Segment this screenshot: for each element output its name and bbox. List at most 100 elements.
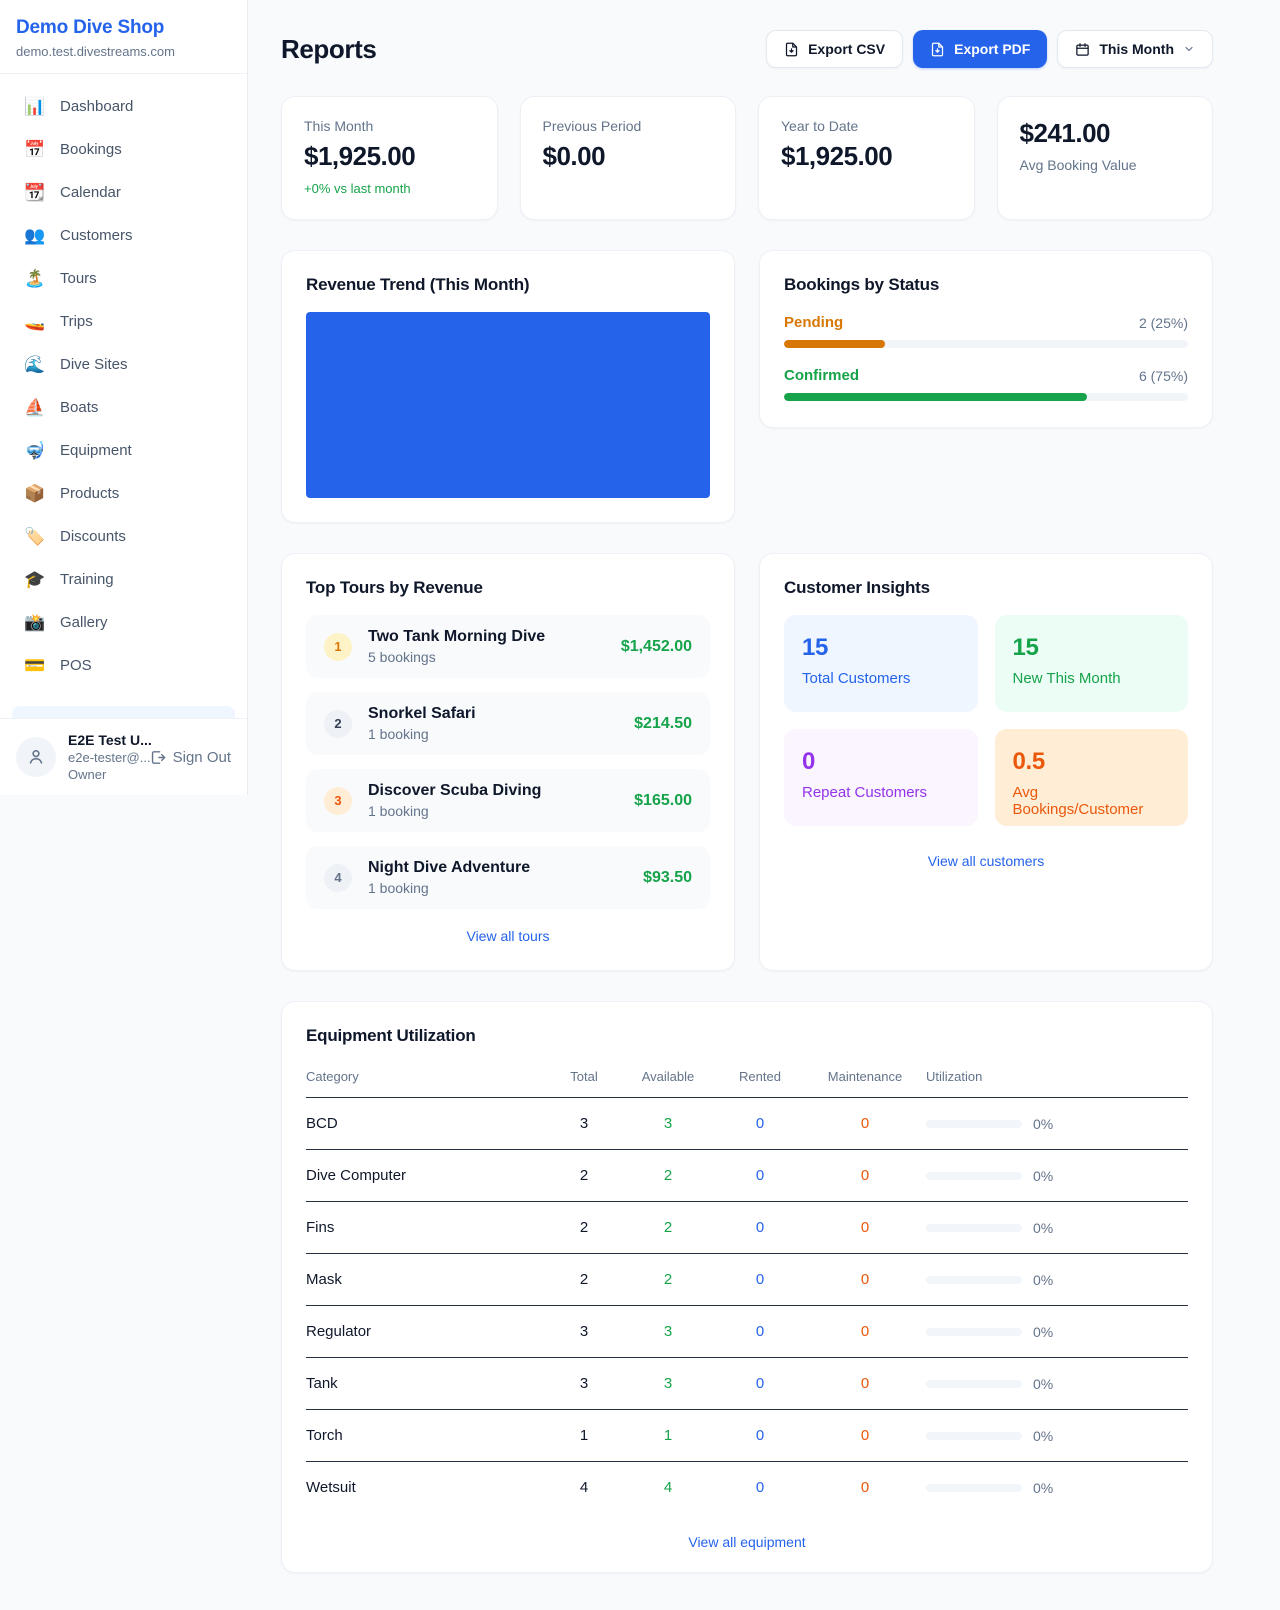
- sidebar-item-pos[interactable]: 💳 POS: [12, 644, 235, 687]
- equipment-row-fins: Fins 2 2 0 0 0%: [306, 1202, 1188, 1254]
- equipment-row-dive-computer: Dive Computer 2 2 0 0 0%: [306, 1150, 1188, 1202]
- cell-utilization: 0%: [1033, 1220, 1053, 1236]
- equipment-row-torch: Torch 1 1 0 0 0%: [306, 1410, 1188, 1462]
- utilization-bar: [926, 1172, 1022, 1180]
- insight-label: New This Month: [1013, 670, 1171, 687]
- status-count: 2 (25%): [1139, 315, 1188, 331]
- cell-utilization: 0%: [1033, 1272, 1053, 1288]
- equipment-row-mask: Mask 2 2 0 0 0%: [306, 1254, 1188, 1306]
- sidebar-item-label: Gallery: [60, 614, 108, 631]
- tour-bookings: 1 booking: [368, 726, 618, 742]
- cell-rented: 0: [716, 1306, 804, 1358]
- sidebar-item-gallery[interactable]: 📸 Gallery: [12, 601, 235, 644]
- products-icon: 📦: [24, 485, 46, 502]
- sidebar-item-boats[interactable]: ⛵ Boats: [12, 386, 235, 429]
- sign-out-button[interactable]: Sign Out: [149, 749, 231, 766]
- top-tours-card: Top Tours by Revenue 1 Two Tank Morning …: [281, 553, 735, 971]
- insight-tile-avg-bookings-customer: 0.5 Avg Bookings/Customer: [995, 729, 1189, 826]
- sidebar-item-label: Trips: [60, 313, 93, 330]
- stat-value: $241.00: [1020, 118, 1191, 149]
- sidebar: Demo Dive Shop demo.test.divestreams.com…: [0, 0, 248, 795]
- cell-category: Tank: [306, 1358, 548, 1410]
- status-row-pending: Pending 2 (25%): [784, 314, 1188, 348]
- export-pdf-button[interactable]: Export PDF: [913, 30, 1047, 68]
- utilization-bar: [926, 1432, 1022, 1440]
- cell-category: Mask: [306, 1254, 548, 1306]
- dashboard-icon: 📊: [24, 98, 46, 115]
- status-label: Pending: [784, 314, 843, 331]
- revenue-trend-bar: [306, 312, 710, 498]
- cell-utilization: 0%: [1033, 1428, 1053, 1444]
- cell-category: Fins: [306, 1202, 548, 1254]
- main-content: Reports Export CSV Export PDF: [281, 0, 1213, 1573]
- view-all-tours-link[interactable]: View all tours: [466, 928, 549, 944]
- tour-rank-badge: 2: [324, 710, 352, 738]
- cell-total: 4: [548, 1462, 620, 1514]
- sidebar-item-label: Discounts: [60, 528, 126, 545]
- shop-name: Demo Dive Shop: [16, 17, 231, 39]
- stat-label: This Month: [304, 118, 475, 134]
- header-actions: Export CSV Export PDF This Month: [766, 30, 1213, 68]
- insight-label: Avg Bookings/Customer: [1013, 784, 1171, 818]
- cell-rented: 0: [716, 1358, 804, 1410]
- export-csv-button[interactable]: Export CSV: [766, 30, 903, 68]
- cell-available: 3: [620, 1306, 716, 1358]
- cell-rented: 0: [716, 1254, 804, 1306]
- column-header-total: Total: [548, 1061, 620, 1098]
- insight-value: 0.5: [1013, 748, 1171, 776]
- reports-page: Demo Dive Shop demo.test.divestreams.com…: [0, 0, 1280, 1610]
- cell-maintenance: 0: [804, 1150, 926, 1202]
- sidebar-item-customers[interactable]: 👥 Customers: [12, 214, 235, 257]
- period-selector[interactable]: This Month: [1057, 30, 1213, 68]
- cell-maintenance: 0: [804, 1202, 926, 1254]
- stat-card-year-to-date: Year to Date $1,925.00: [758, 96, 975, 220]
- stat-label: Year to Date: [781, 118, 952, 134]
- cell-available: 4: [620, 1462, 716, 1514]
- sidebar-item-label: Bookings: [60, 141, 122, 158]
- tour-row: 1 Two Tank Morning Dive 5 bookings $1,45…: [306, 615, 710, 678]
- insight-tile-new-this-month: 15 New This Month: [995, 615, 1189, 712]
- sign-out-icon: [149, 749, 166, 766]
- stat-label: Avg Booking Value: [1020, 157, 1191, 173]
- tour-rank-badge: 3: [324, 787, 352, 815]
- sidebar-item-trips[interactable]: 🚤 Trips: [12, 300, 235, 343]
- status-row-confirmed: Confirmed 6 (75%): [784, 367, 1188, 401]
- cell-total: 2: [548, 1254, 620, 1306]
- sidebar-item-tours[interactable]: 🏝️ Tours: [12, 257, 235, 300]
- tour-rows: 1 Two Tank Morning Dive 5 bookings $1,45…: [306, 615, 710, 909]
- utilization-bar: [926, 1120, 1022, 1128]
- sidebar-item-bookings[interactable]: 📅 Bookings: [12, 128, 235, 171]
- insight-tile-total-customers: 15 Total Customers: [784, 615, 978, 712]
- tour-name: Snorkel Safari: [368, 705, 618, 723]
- sidebar-item-dashboard[interactable]: 📊 Dashboard: [12, 85, 235, 128]
- cell-maintenance: 0: [804, 1462, 926, 1514]
- cell-maintenance: 0: [804, 1254, 926, 1306]
- status-bar-track: [784, 340, 1188, 348]
- view-all-equipment-link[interactable]: View all equipment: [688, 1534, 805, 1550]
- avatar: [16, 737, 56, 777]
- page-header: Reports Export CSV Export PDF: [281, 30, 1213, 68]
- tour-row: 2 Snorkel Safari 1 booking $214.50: [306, 692, 710, 755]
- sidebar-item-reports-highlight[interactable]: [12, 706, 235, 718]
- sidebar-item-dive-sites[interactable]: 🌊 Dive Sites: [12, 343, 235, 386]
- sidebar-item-products[interactable]: 📦 Products: [12, 472, 235, 515]
- bookings-icon: 📅: [24, 141, 46, 158]
- cell-category: BCD: [306, 1098, 548, 1150]
- stat-card-previous-period: Previous Period $0.00: [520, 96, 737, 220]
- equipment-table-header: Category Total Available Rented Maintena…: [306, 1061, 1188, 1098]
- tour-revenue: $214.50: [634, 715, 692, 733]
- column-header-maintenance: Maintenance: [804, 1061, 926, 1098]
- user-email: e2e-tester@...: [68, 750, 137, 765]
- tour-name: Night Dive Adventure: [368, 859, 627, 877]
- calendar-icon: [1075, 42, 1090, 57]
- cell-maintenance: 0: [804, 1410, 926, 1462]
- tour-name: Discover Scuba Diving: [368, 782, 618, 800]
- cell-rented: 0: [716, 1150, 804, 1202]
- stat-card-this-month: This Month $1,925.00 +0% vs last month: [281, 96, 498, 220]
- sidebar-item-equipment[interactable]: 🤿 Equipment: [12, 429, 235, 472]
- sidebar-item-discounts[interactable]: 🏷️ Discounts: [12, 515, 235, 558]
- equipment-row-regulator: Regulator 3 3 0 0 0%: [306, 1306, 1188, 1358]
- sidebar-item-calendar[interactable]: 📆 Calendar: [12, 171, 235, 214]
- view-all-customers-link[interactable]: View all customers: [928, 853, 1044, 869]
- sidebar-item-training[interactable]: 🎓 Training: [12, 558, 235, 601]
